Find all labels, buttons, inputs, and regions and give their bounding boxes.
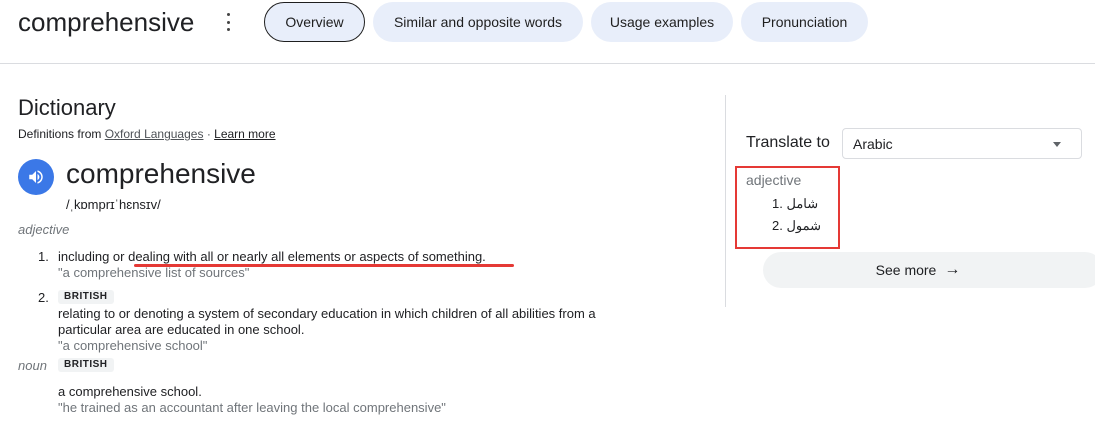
translation-number: 1. [772, 196, 783, 211]
vertical-divider [725, 95, 726, 307]
sense-definition-line: relating to or denoting a system of seco… [58, 306, 596, 321]
sense-definition: including or dealing with all or nearly … [58, 249, 486, 264]
dropdown-caret-icon [1053, 142, 1061, 147]
learn-more-link[interactable]: Learn more [214, 127, 275, 141]
phonetic-transcription: /ˌkɒmprɪˈhɛnsɪv/ [66, 197, 161, 212]
separator-dot: · [206, 127, 211, 141]
translation-item: 1. شامل [772, 196, 818, 212]
headword: comprehensive [66, 158, 256, 189]
see-more-label: See more [875, 262, 937, 278]
tab-usage-examples[interactable]: Usage examples [591, 2, 733, 42]
language-select-value: Arabic [853, 135, 893, 152]
see-more-button[interactable]: See more → [763, 252, 1095, 288]
sense-definition: a comprehensive school. [58, 384, 202, 399]
tab-overview[interactable]: Overview [264, 2, 365, 42]
sense-example: "he trained as an accountant after leavi… [58, 400, 446, 415]
search-word-title: comprehensive [18, 7, 195, 37]
language-select[interactable]: Arabic [842, 128, 1082, 159]
region-label-badge: BRITISH [58, 358, 114, 372]
translation-item: 2. شمول [772, 218, 821, 234]
more-vert-icon[interactable] [224, 12, 232, 32]
dictionary-heading: Dictionary [18, 95, 116, 120]
tab-pronunciation[interactable]: Pronunciation [741, 2, 868, 42]
part-of-speech-noun: noun [18, 358, 47, 373]
translation-part-of-speech: adjective [746, 172, 802, 188]
sense-number: 1. [38, 249, 49, 264]
translation-text: شمول [786, 218, 822, 233]
sense-example: "a comprehensive school" [58, 338, 208, 353]
speaker-icon[interactable] [18, 159, 54, 195]
region-label-badge: BRITISH [58, 290, 114, 304]
translation-number: 2. [772, 218, 783, 233]
sense-definition-line: particular area are educated in one scho… [58, 322, 305, 337]
oxford-languages-link[interactable]: Oxford Languages [105, 127, 204, 141]
top-bar: comprehensive Overview Similar and oppos… [0, 0, 1095, 64]
sense-number: 2. [38, 290, 49, 305]
translate-to-label: Translate to [746, 134, 830, 151]
arrow-right-icon: → [944, 261, 961, 278]
translation-text: شامل [786, 196, 819, 211]
sense-example: "a comprehensive list of sources" [58, 265, 250, 280]
tab-similar-opposite-words[interactable]: Similar and opposite words [373, 2, 583, 42]
definitions-from-label: Definitions from [18, 127, 102, 141]
definitions-source-line: Definitions from Oxford Languages · Lear… [18, 127, 276, 141]
part-of-speech-adjective: adjective [18, 222, 70, 237]
